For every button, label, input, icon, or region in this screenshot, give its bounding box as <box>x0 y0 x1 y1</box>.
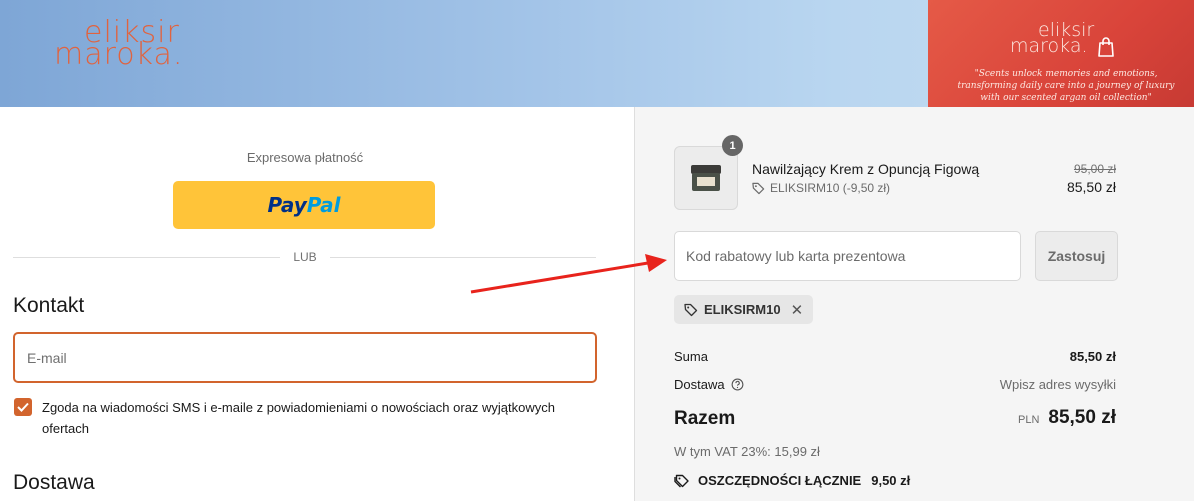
store-logo[interactable]: eliksir maroka. <box>54 18 184 72</box>
product-discount: ELIKSIRM10 (-9,50 zł) <box>752 181 890 195</box>
cream-jar-image <box>691 165 721 191</box>
help-icon[interactable] <box>731 378 744 391</box>
logo-line-2: maroka. <box>54 37 184 72</box>
product-old-price: 95,00 zł <box>1073 162 1116 176</box>
product-discount-code: ELIKSIRM10 (-9,50 zł) <box>770 181 891 195</box>
product-new-price: 85,50 zł <box>1066 179 1116 195</box>
subtotal-value: 85,50 zł <box>1069 349 1116 364</box>
marketing-consent-checkbox[interactable] <box>14 398 32 416</box>
header-banner: eliksir maroka. eliksir maroka. "Scents … <box>0 0 1194 107</box>
quantity-badge: 1 <box>722 135 743 156</box>
total-savings-value: 9,50 zł <box>871 473 911 488</box>
total-label: Razem <box>674 408 736 429</box>
remove-discount-icon[interactable]: ✕ <box>791 301 804 319</box>
total-savings-label: OSZCZĘDNOŚCI ŁĄCZNIE <box>698 473 862 488</box>
total-currency: PLN <box>1017 414 1040 426</box>
total-savings: OSZCZĘDNOŚCI ŁĄCZNIE 9,50 zł <box>674 473 910 488</box>
paypal-logo-pay: Pay <box>267 193 307 217</box>
product-name: Nawilżający Krem z Opuncją Figową <box>752 161 980 177</box>
checkmark-icon <box>17 402 29 412</box>
promo-image: eliksir maroka. "Scents unlock memories … <box>928 0 1194 107</box>
tag-icon <box>752 182 765 194</box>
divider-left <box>13 257 280 258</box>
contact-heading: Kontakt <box>13 294 85 317</box>
divider-right <box>330 257 596 258</box>
product-thumbnail <box>674 146 738 210</box>
vat-line: W tym VAT 23%: 15,99 zł <box>674 444 820 459</box>
total-amount: 85,50 zł <box>1048 407 1116 428</box>
paypal-logo-pal: Pal <box>306 193 341 217</box>
promo-logo-line-2: maroka. <box>1010 35 1088 57</box>
email-field[interactable] <box>13 332 597 383</box>
applied-discount-chip: ELIKSIRM10 ✕ <box>674 295 814 324</box>
paypal-button[interactable]: Pay Pal <box>173 181 435 229</box>
shipping-value: Wpisz adres wysyłki <box>999 377 1116 392</box>
promo-tagline: "Scents unlock memories and emotions, tr… <box>957 69 1175 103</box>
discount-tag-icon <box>674 474 689 487</box>
marketing-consent-label: Zgoda na wiadomości SMS i e-maile z powi… <box>42 400 555 436</box>
subtotal-label: Suma <box>674 349 708 364</box>
checkout-form: Expresowa płatność PayPal LUB Kontakt Zg… <box>0 107 634 501</box>
apply-discount-button[interactable]: Zastosuj <box>1035 231 1118 281</box>
shopping-bag-icon[interactable] <box>1097 36 1115 58</box>
promo-logo: eliksir maroka. <box>1010 21 1094 57</box>
express-checkout-label: Expresowa płatność <box>246 150 364 165</box>
shipping-label: Dostawa <box>674 377 725 392</box>
discount-code-input[interactable] <box>674 231 1021 281</box>
shipping-row: Dostawa <box>674 377 744 392</box>
or-label: LUB <box>293 250 317 264</box>
tag-icon <box>684 303 698 316</box>
delivery-heading: Dostawa <box>13 471 95 494</box>
order-summary: 1 Nawilżający Krem z Opuncją Figową ELIK… <box>634 107 1194 501</box>
total-value: PLN 85,50 zł <box>1018 407 1116 429</box>
applied-discount-code: ELIKSIRM10 <box>704 302 781 317</box>
